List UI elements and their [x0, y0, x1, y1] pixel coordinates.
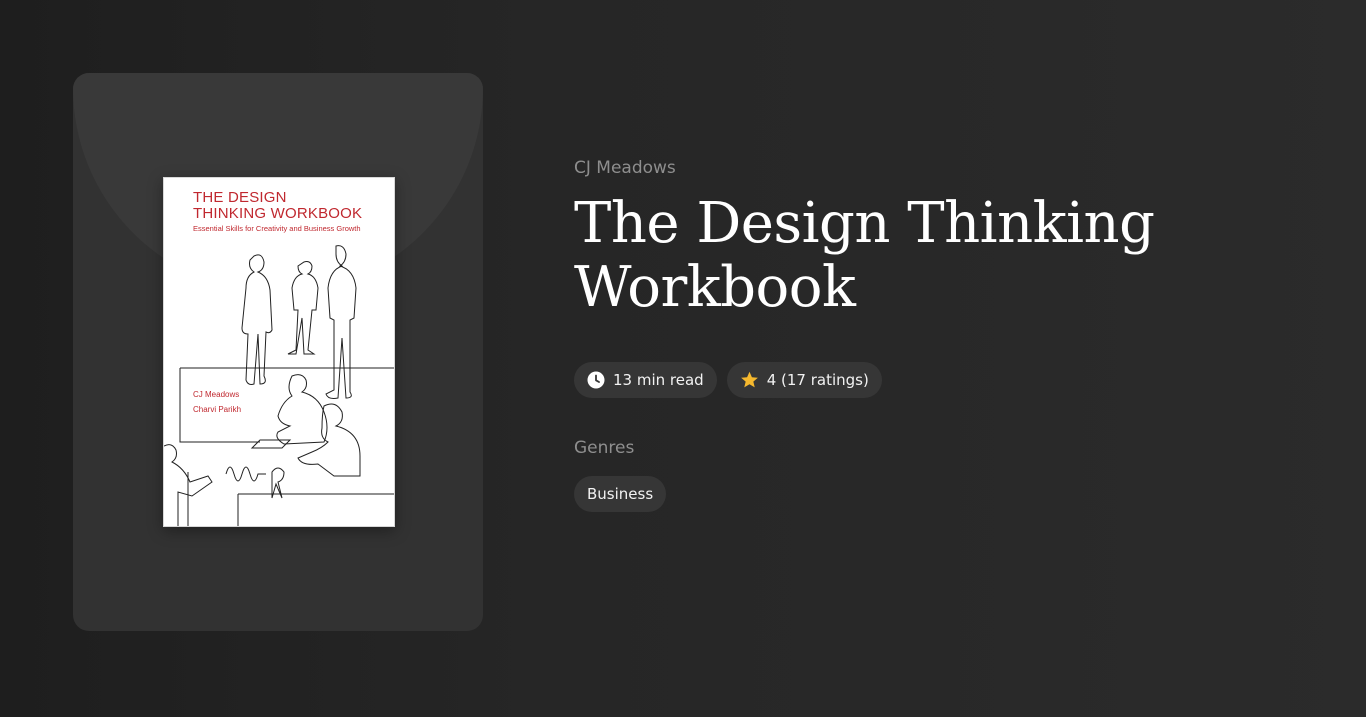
book-info: CJ Meadows The Design Thinking Workbook … [574, 158, 1314, 512]
star-icon [740, 371, 758, 388]
book-title: The Design Thinking Workbook [574, 192, 1314, 320]
cover-title-line2: THINKING WORKBOOK [193, 205, 363, 222]
genre-list: Business [574, 476, 1314, 512]
cover-panel: THE DESIGN THINKING WORKBOOK Essential S… [73, 73, 483, 631]
rating-text: 4 (17 ratings) [766, 371, 869, 389]
read-time-text: 13 min read [613, 371, 704, 389]
book-author[interactable]: CJ Meadows [574, 158, 1314, 178]
book-meta: 13 min read 4 (17 ratings) [574, 362, 1314, 398]
genres-label: Genres [574, 438, 635, 458]
book-cover-image: THE DESIGN THINKING WORKBOOK Essential S… [163, 177, 395, 527]
book-title-line1: The Design Thinking [574, 191, 1155, 256]
cover-title: THE DESIGN THINKING WORKBOOK [193, 190, 362, 222]
rating-badge[interactable]: 4 (17 ratings) [726, 362, 882, 398]
read-time-badge: 13 min read [574, 362, 717, 398]
cover-subtitle: Essential Skills for Creativity and Busi… [193, 224, 361, 233]
genre-chip-business[interactable]: Business [574, 476, 667, 512]
clock-icon [587, 371, 605, 389]
cover-author-2: Charvi Parikh [193, 405, 242, 414]
book-title-line2: Workbook [574, 255, 856, 320]
cover-author-1: CJ Meadows [193, 390, 240, 399]
cover-title-line1: THE DESIGN [193, 189, 287, 206]
